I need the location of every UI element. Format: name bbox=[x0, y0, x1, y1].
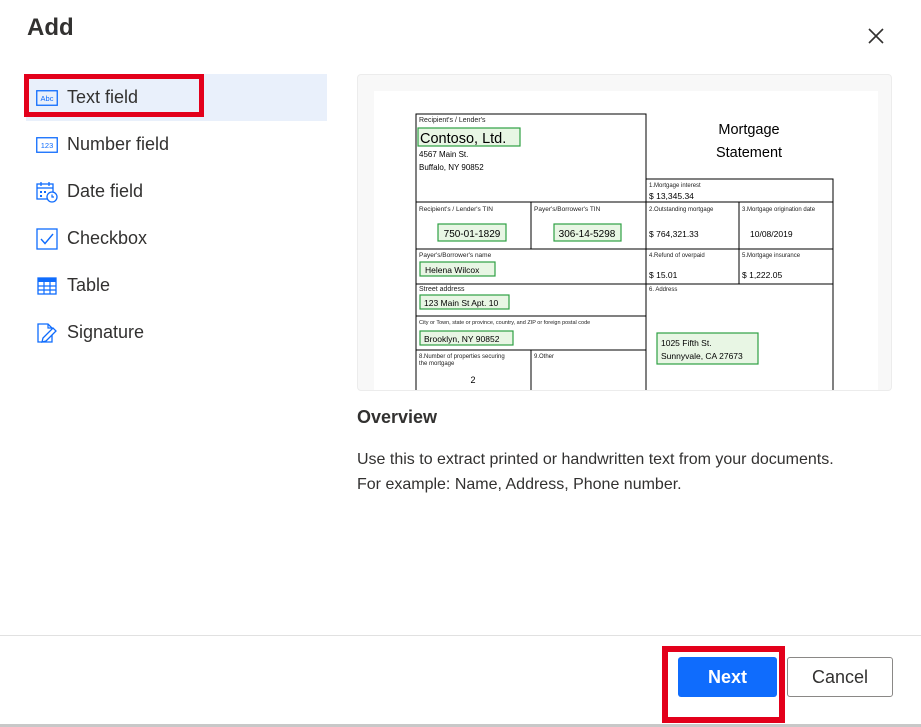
refund-value: $ 15.01 bbox=[649, 270, 678, 280]
number-field-icon: 123 bbox=[36, 134, 58, 156]
signature-icon bbox=[36, 322, 58, 344]
nav-item-label: Checkbox bbox=[67, 228, 148, 248]
svg-text:Abc: Abc bbox=[41, 94, 54, 103]
nav-item-table[interactable]: Table bbox=[26, 262, 327, 309]
city-label: City or Town, state or province, country… bbox=[419, 320, 590, 326]
text-field-icon: Abc bbox=[36, 87, 58, 109]
nav-item-label: Number field bbox=[67, 134, 170, 154]
properties-label-2: the mortgage bbox=[419, 361, 455, 367]
properties-value: 2 bbox=[470, 375, 475, 385]
checkbox-icon bbox=[36, 227, 58, 250]
nav-item-checkbox[interactable]: Checkbox bbox=[26, 215, 327, 262]
date-field-icon bbox=[36, 181, 58, 203]
nav-item-label: Text field bbox=[67, 87, 139, 107]
outstanding-value: $ 764,321.33 bbox=[649, 229, 699, 239]
nav-item-date-field[interactable]: Date field bbox=[26, 168, 327, 215]
insurance-value: $ 1,222.05 bbox=[742, 270, 782, 280]
lender-tin: 750-01-1829 bbox=[444, 229, 501, 240]
footer-divider bbox=[0, 635, 921, 636]
nav-item-signature[interactable]: Signature bbox=[26, 309, 327, 356]
address-line1: 1025 Fifth St. bbox=[661, 338, 712, 348]
nav-item-label: Signature bbox=[67, 322, 145, 342]
payer-name-label: Payer's/Borrower's name bbox=[419, 252, 492, 259]
field-type-nav: Abc Text field 123 Number field Date fie… bbox=[24, 74, 327, 356]
refund-label: 4.Refund of overpaid bbox=[649, 253, 705, 259]
city-value: Brooklyn, NY 90852 bbox=[424, 334, 500, 344]
street-label: Street address bbox=[419, 286, 465, 293]
close-button[interactable] bbox=[862, 22, 890, 50]
cancel-button[interactable]: Cancel bbox=[787, 657, 893, 697]
insurance-label: 5.Mortgage insurance bbox=[742, 253, 801, 259]
origination-value: 10/08/2019 bbox=[750, 229, 793, 239]
overview-description: Use this to extract printed or handwritt… bbox=[357, 447, 902, 497]
interest-value: $ 13,345.34 bbox=[649, 191, 694, 201]
overview-title: Overview bbox=[357, 407, 438, 427]
table-icon bbox=[36, 275, 58, 297]
doc-title-1: Mortgage bbox=[718, 122, 779, 138]
properties-label-1: 8.Number of properties securing bbox=[419, 354, 505, 360]
lender-tin-label: Recipient's / Lender's TIN bbox=[419, 206, 493, 213]
next-button[interactable]: Next bbox=[678, 657, 777, 697]
nav-item-number-field[interactable]: 123 Number field bbox=[26, 121, 327, 168]
sample-document: Recipient's / Lender's Contoso, Ltd. 456… bbox=[374, 91, 878, 390]
lender-label: Recipient's / Lender's bbox=[419, 117, 486, 124]
overview-description-line-2: For example: Name, Address, Phone number… bbox=[357, 476, 682, 493]
nav-item-label: Date field bbox=[67, 181, 144, 201]
close-icon bbox=[868, 28, 884, 44]
payer-tin: 306-14-5298 bbox=[559, 229, 616, 240]
payer-tin-label: Payer's/Borrower's TIN bbox=[534, 206, 601, 213]
street-value: 123 Main St Apt. 10 bbox=[424, 298, 498, 308]
dialog-title: Add bbox=[27, 14, 74, 41]
address-label: 6. Address bbox=[649, 287, 677, 293]
lender-addr2: Buffalo, NY 90852 bbox=[419, 163, 484, 172]
document-preview: Recipient's / Lender's Contoso, Ltd. 456… bbox=[357, 74, 892, 391]
lender-name: Contoso, Ltd. bbox=[420, 131, 506, 147]
lender-addr1: 4567 Main St. bbox=[419, 150, 468, 159]
svg-text:123: 123 bbox=[41, 141, 54, 150]
outstanding-label: 2.Outstanding mortgage bbox=[649, 207, 714, 213]
overview-description-line-1: Use this to extract printed or handwritt… bbox=[357, 451, 834, 468]
add-dialog: Add Abc Text field 123 Number field Date… bbox=[0, 0, 921, 727]
payer-name: Helena Wilcox bbox=[425, 265, 480, 275]
origination-label: 3.Mortgage origination date bbox=[742, 207, 816, 213]
address-line2: Sunnyvale, CA 27673 bbox=[661, 351, 743, 361]
nav-item-text-field[interactable]: Abc Text field bbox=[24, 74, 327, 121]
other-label: 9.Other bbox=[534, 354, 554, 360]
interest-label: 1.Mortgage interest bbox=[649, 183, 701, 189]
doc-title-2: Statement bbox=[716, 145, 782, 161]
nav-item-label: Table bbox=[67, 275, 111, 295]
